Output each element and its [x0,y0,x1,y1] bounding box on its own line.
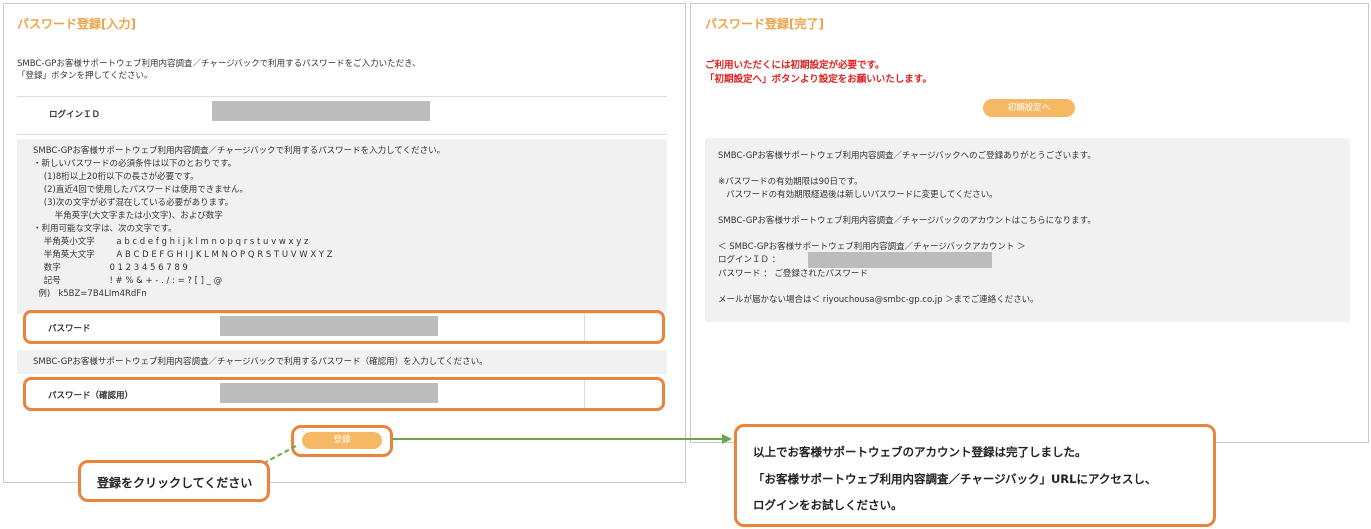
click-register-callout: 登録をクリックしてください [78,460,270,502]
login-id-value [212,101,430,121]
registration-info-line: SMBC-GPお客様サポートウェブ利用内容調査／チャージバックのアカウントはこち… [718,216,1096,226]
field-separator [584,380,585,408]
intro-text-line2: 「登録」ボタンを押してください。 [17,71,153,81]
init-warning-line1: ご利用いただくには初期設定が必要です。 [705,60,885,71]
click-register-text: 登録をクリックしてください [97,476,253,490]
password-rules: SMBC-GPお客様サポートウェブ利用内容調査／チャージバックで利用するパスワー… [33,145,445,301]
password-input[interactable] [220,316,438,336]
contact-line: メールが届かない場合は＜ riyouchousa@smbc-gp.co.jp ＞… [718,295,1039,305]
registration-info-line [718,228,1096,241]
field-separator [584,313,585,341]
complete-callout: 以上でお客様サポートウェブのアカウント登録は完了しました。 「お客様サポートウェ… [734,424,1216,527]
password-label: パスワード [48,324,91,334]
divider [17,96,667,97]
registration-info-line [718,202,1096,215]
complete-text-line2: 「お客様サポートウェブ利用内容調査／チャージバック」URLにアクセスし、 [753,472,1157,486]
page-title: パスワード登録[入力] [17,17,136,31]
confirm-instruction: SMBC-GPお客様サポートウェブ利用内容調査／チャージバックで利用するパスワー… [33,357,488,367]
password-rule-line: SMBC-GPお客様サポートウェブ利用内容調査／チャージバックで利用するパスワー… [33,146,446,156]
registration-info: SMBC-GPお客様サポートウェブ利用内容調査／チャージバックへのご登録ありがと… [718,150,1096,254]
login-id-line-value [808,252,992,268]
registration-info-line: SMBC-GPお客様サポートウェブ利用内容調査／チャージバックへのご登録ありがと… [718,151,1096,161]
password-rule-line: ・利用可能な文字は、次の文字です。 [33,224,177,234]
init-warning-line2: 「初期設定へ」ボタンより設定をお願いいたします。 [705,74,932,85]
registration-info-line: ※パスワードの有効期限は90日です。 [718,177,863,187]
login-id-label: ログインＩＤ [49,110,101,120]
registration-info-line [718,163,1096,176]
password-rule-line: 半角英字(大文字または小文字)、および数字 [33,211,223,221]
password-rule-line: (2)直近4回で使用したパスワードは使用できません。 [33,185,249,195]
password-confirm-label: パスワード（確認用） [48,391,134,401]
divider [17,134,667,135]
password-input-panel: パスワード登録[入力] SMBC-GPお客様サポートウェブ利用内容調査／チャージ… [3,3,686,483]
password-rule-line: 例) k5BZ=7B4LIm4RdFn [33,289,147,299]
login-id-line-label: ログインＩＤ ： [718,255,781,265]
registration-info-line: パスワードの有効期限経過後は新しいパスワードに変更してください。 [718,190,998,200]
confirm-instruction-box: SMBC-GPお客様サポートウェブ利用内容調査／チャージバックで利用するパスワー… [17,350,667,374]
password-rule-line: 記号 ! # % & + - . / : = ? [ ] _ @ [33,276,223,286]
complete-text-line3: ログインをお試しください。 [753,498,903,512]
complete-text-line1: 以上でお客様サポートウェブのアカウント登録は完了しました。 [753,445,1087,459]
password-complete-panel: パスワード登録[完了] ご利用いただくには初期設定が必要です。 「初期設定へ」ボ… [690,3,1369,443]
password-rule-line: 半角英小文字 a b c d e f g h i j k l m n o p q… [33,237,309,247]
complete-title: パスワード登録[完了] [705,17,824,31]
password-rule-line: (1)8桁以上20桁以下の長さが必要です。 [33,172,199,182]
password-confirm-input[interactable] [220,383,438,403]
init-settings-button[interactable]: 初期設定へ [983,99,1075,117]
password-rule-line: (3)次の文字が必ず混在している必要があります。 [33,198,234,208]
registration-info-box: SMBC-GPお客様サポートウェブ利用内容調査／チャージバックへのご登録ありがと… [705,138,1350,322]
password-rule-line: 数字 0 1 2 3 4 5 6 7 8 9 [33,263,188,273]
password-rules-box: SMBC-GPお客様サポートウェブ利用内容調査／チャージバックで利用するパスワー… [17,139,667,314]
register-button[interactable]: 登録 [302,432,382,449]
password-line: パスワード ： ご登録されたパスワード [718,269,868,279]
password-rule-line: ・新しいパスワードの必須条件は以下のとおりです。 [33,159,237,169]
password-rule-line: 半角英大文字 A B C D E F G H I J K L M N O P Q… [33,250,333,260]
